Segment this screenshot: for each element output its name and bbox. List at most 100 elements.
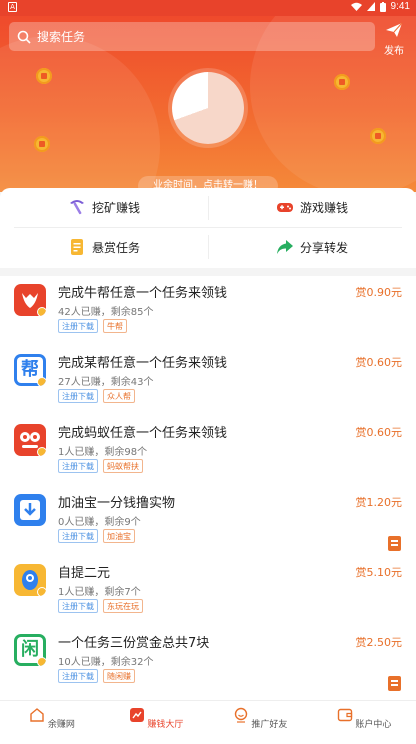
gamepad-icon: [276, 203, 293, 212]
task-tag: 注册下载: [58, 669, 98, 683]
task-tag: 牛帮: [103, 319, 127, 333]
task-tag: 注册下载: [58, 389, 98, 403]
quick-menu-label: 游戏赚钱: [299, 200, 348, 215]
task-earned: 1人已赚: [58, 447, 95, 458]
nav-account[interactable]: 账户中心: [312, 701, 416, 744]
search-placeholder: 搜索任务: [37, 30, 86, 44]
spin-wheel[interactable]: [172, 72, 244, 144]
task-tags: 注册下载 牛帮: [58, 319, 127, 333]
task-tag: 蚂蚁帮扶: [103, 459, 143, 473]
coin-badge-icon: [37, 447, 46, 456]
dongwan-app-icon: [14, 564, 46, 596]
task-earned: 27人已赚: [58, 377, 101, 388]
task-reward: 赏0.60元: [355, 426, 403, 439]
task-progress: 1人已赚，剩余98个: [58, 447, 148, 458]
quick-menu-games[interactable]: 游戏赚钱: [208, 188, 416, 226]
publish-label: 发布: [384, 46, 404, 57]
task-title: 完成牛帮任意一个任务来领钱: [58, 286, 228, 301]
paper-plane-icon: [386, 22, 403, 37]
xian-app-icon: 闲: [14, 634, 46, 666]
hero-banner: 搜索任务 发布 业余时间，点击转一赚！: [0, 16, 416, 192]
battery-icon: [379, 1, 386, 12]
coin-badge-icon: [37, 657, 46, 666]
nav-label: 账户中心: [355, 720, 392, 730]
task-item[interactable]: 完成蚂蚁任意一个任务来领钱 1人已赚，剩余98个 注册下载 蚂蚁帮扶 赏0.60…: [0, 416, 416, 486]
document-icon: [70, 239, 83, 255]
divider: [208, 235, 209, 259]
task-reward: 赏2.50元: [355, 636, 403, 649]
task-reward: 赏1.20元: [355, 496, 403, 509]
task-tag: 注册下载: [58, 459, 98, 473]
task-tags: 注册下载 加油宝: [58, 529, 135, 543]
task-item[interactable]: 自提二元 1人已赚，剩余7个 注册下载 东玩在玩 赏5.10元: [0, 556, 416, 626]
task-item[interactable]: 完成牛帮任意一个任务来领钱 42人已赚，剩余85个 注册下载 牛帮 赏0.90元: [0, 276, 416, 346]
task-item[interactable]: 帮 完成某帮任意一个任务来领钱 27人已赚，剩余43个 注册下载 众人帮 赏0.…: [0, 346, 416, 416]
signal-icon: [366, 2, 375, 11]
task-tag: 注册下载: [58, 599, 98, 613]
task-tag: 东玩在玩: [103, 599, 143, 613]
divider: [208, 196, 209, 220]
quick-menu-mining[interactable]: 挖矿赚钱: [0, 188, 208, 226]
status-icons: 9:41: [350, 1, 410, 12]
task-title: 自提二元: [58, 566, 111, 581]
task-reward: 赏0.60元: [355, 356, 403, 369]
task-tag: 加油宝: [103, 529, 135, 543]
coin-icon: [34, 136, 50, 152]
task-title: 加油宝一分钱撸实物: [58, 496, 176, 511]
task-remaining: 剩余98个: [104, 447, 148, 458]
nav-home[interactable]: 余赚网: [0, 701, 104, 744]
share-arrow-icon: [276, 240, 293, 254]
notification-icon: A: [8, 2, 17, 12]
nav-label: 推广好友: [251, 720, 288, 730]
task-reward: 赏5.10元: [355, 566, 403, 579]
section-separator: [0, 268, 416, 276]
download-arrow-icon: [20, 500, 40, 520]
task-tag: 众人帮: [103, 389, 135, 403]
mayi-app-icon: [14, 424, 46, 456]
quick-menu-label: 悬赏任务: [91, 240, 140, 255]
divider: [14, 227, 402, 228]
quick-menu-label: 挖矿赚钱: [91, 200, 140, 215]
task-tag: 注册下载: [58, 529, 98, 543]
task-progress: 27人已赚，剩余43个: [58, 377, 154, 388]
quick-menu: 挖矿赚钱 游戏赚钱 悬赏任务 分享转发: [0, 188, 416, 268]
task-progress: 10人已赚，剩余32个: [58, 657, 154, 668]
task-item[interactable]: 加油宝一分钱撸实物 0人已赚，剩余9个 注册下载 加油宝 赏1.20元: [0, 486, 416, 556]
task-remaining: 剩余7个: [104, 587, 141, 598]
clipboard-icon[interactable]: [388, 676, 401, 691]
download-app-icon: [14, 494, 46, 526]
task-progress: 1人已赚，剩余7个: [58, 587, 141, 598]
nav-invite[interactable]: 推广好友: [208, 701, 312, 744]
task-earned: 10人已赚: [58, 657, 101, 668]
task-earned: 0人已赚: [58, 517, 95, 528]
status-bar: A 9:41: [0, 0, 416, 16]
task-item[interactable]: 闲 一个任务三份赏金总共7块 10人已赚，剩余32个 注册下载 随闲赚 赏2.5…: [0, 626, 416, 696]
task-progress: 42人已赚，剩余85个: [58, 307, 154, 318]
coin-badge-icon: [37, 307, 46, 316]
quick-menu-bounty[interactable]: 悬赏任务: [0, 228, 208, 266]
nav-label: 赚钱大厅: [147, 720, 184, 730]
task-tags: 注册下载 随闲赚: [58, 669, 135, 683]
task-reward: 赏0.90元: [355, 286, 403, 299]
task-title: 完成某帮任意一个任务来领钱: [58, 356, 228, 371]
task-remaining: 剩余32个: [110, 657, 154, 668]
bottom-nav: 余赚网 赚钱大厅 推广好友 账户中心: [0, 700, 416, 744]
nav-label: 余赚网: [47, 720, 75, 730]
task-tags: 注册下载 众人帮: [58, 389, 135, 403]
search-bar[interactable]: 搜索任务: [9, 22, 375, 51]
quick-menu-share[interactable]: 分享转发: [208, 228, 416, 266]
quick-menu-label: 分享转发: [299, 240, 348, 255]
task-tags: 注册下载 东玩在玩: [58, 599, 143, 613]
task-title: 一个任务三份赏金总共7块: [58, 636, 210, 651]
task-progress: 0人已赚，剩余9个: [58, 517, 141, 528]
smile-icon: [234, 707, 247, 723]
clipboard-icon[interactable]: [388, 536, 401, 551]
nav-earn-hall[interactable]: 赚钱大厅: [104, 701, 208, 744]
pickaxe-icon: [69, 200, 84, 215]
task-tags: 注册下载 蚂蚁帮扶: [58, 459, 143, 473]
clock: 9:41: [390, 1, 410, 12]
coin-icon: [370, 128, 386, 144]
task-earned: 1人已赚: [58, 587, 95, 598]
publish-button[interactable]: 发布: [380, 22, 408, 57]
task-earned: 42人已赚: [58, 307, 101, 318]
